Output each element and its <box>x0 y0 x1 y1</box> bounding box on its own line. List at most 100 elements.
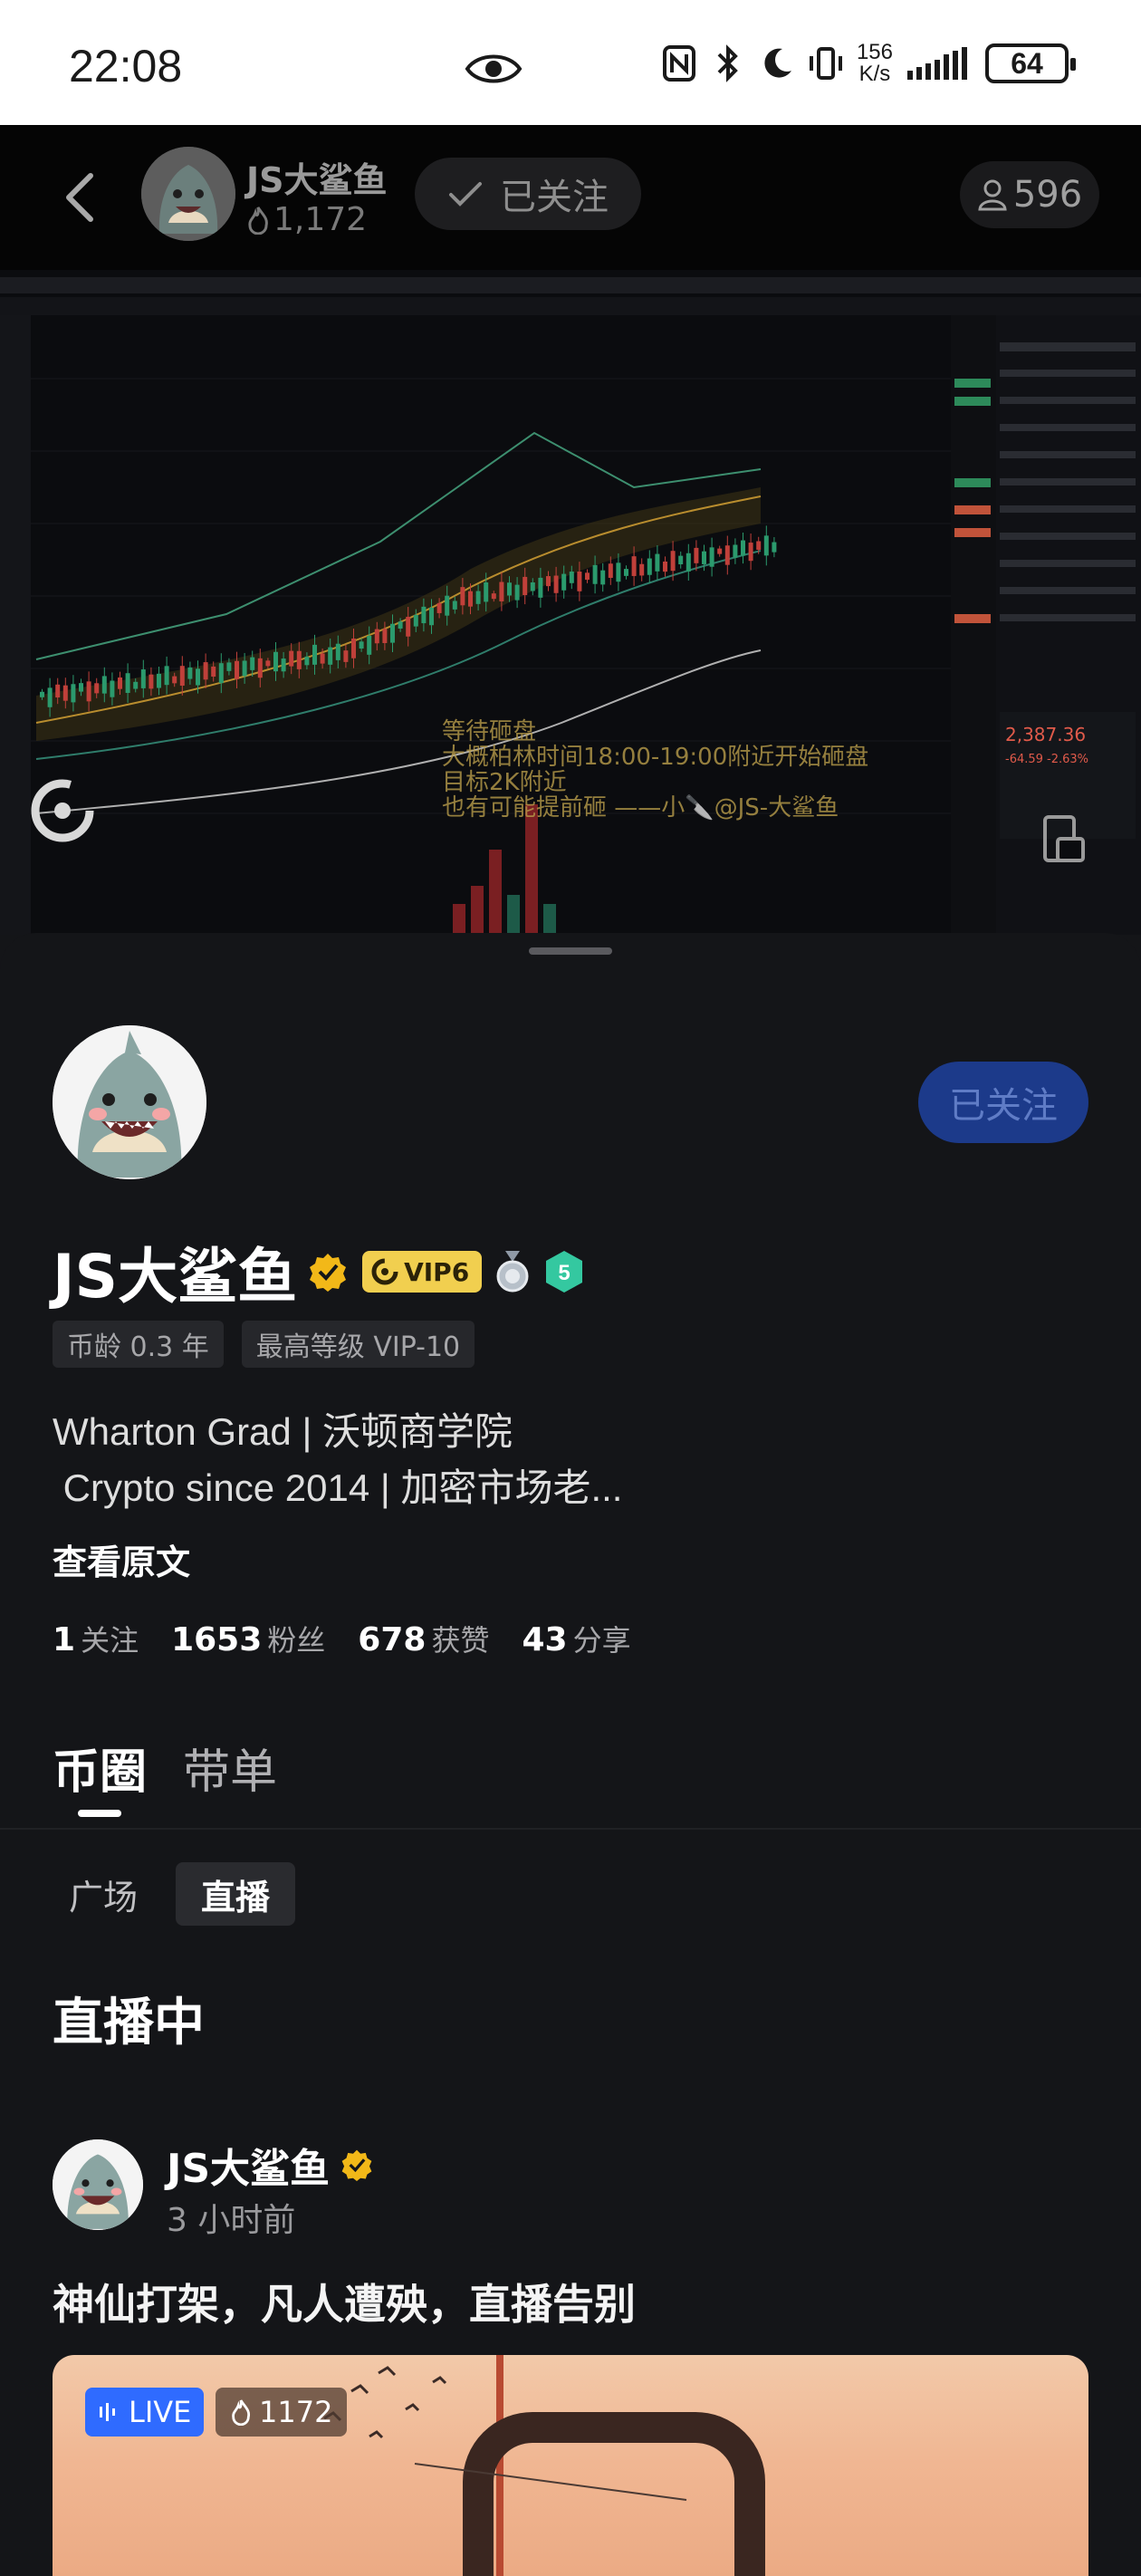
candle-body <box>250 657 255 670</box>
candle-body <box>655 553 660 572</box>
candle-body <box>608 563 613 578</box>
back-arrow-icon[interactable] <box>56 168 101 226</box>
candle-body <box>235 660 239 679</box>
candle-body <box>179 666 185 686</box>
vibrate-icon <box>809 47 842 80</box>
shark-avatar-icon <box>53 2139 143 2230</box>
candle-body <box>47 687 53 707</box>
candle-body <box>585 572 590 581</box>
candle-body <box>79 683 83 692</box>
candle-body <box>507 582 512 596</box>
profile-avatar[interactable] <box>53 1025 206 1179</box>
candle-body <box>733 544 738 558</box>
stat-followers[interactable]: 1653 粉丝 <box>171 1618 325 1659</box>
tab-copy-trading[interactable]: 带单 <box>183 1734 277 1802</box>
loading-spinner-icon <box>31 779 94 842</box>
tab-coin-circle[interactable]: 币圈 <box>53 1734 147 1802</box>
candle-body <box>374 629 379 644</box>
stat-shares: 43 分享 <box>522 1621 631 1658</box>
candle-body <box>717 548 723 554</box>
candle-body <box>756 541 762 550</box>
follow-button[interactable]: 已关注 <box>918 1062 1088 1143</box>
candle-body <box>616 562 621 582</box>
candle-body <box>242 660 247 677</box>
candle-body <box>772 542 777 553</box>
max-vip-tag: 最高等级 VIP-10 <box>241 1321 475 1368</box>
subtab-live[interactable]: 直播 <box>176 1862 296 1926</box>
subtab-square[interactable]: 广场 <box>53 1862 163 1926</box>
shark-avatar-icon <box>141 147 235 241</box>
candle-body <box>452 601 457 610</box>
view-original-link[interactable]: 查看原文 <box>53 1534 190 1584</box>
candle-body <box>328 647 333 665</box>
candle-body <box>724 545 730 565</box>
post-author-avatar[interactable] <box>53 2139 143 2230</box>
candle-body <box>546 576 551 587</box>
candle-body <box>647 558 652 575</box>
profile-stats: 1 关注 1653 粉丝 678 获赞 43 分享 <box>53 1618 631 1659</box>
candle-body <box>265 660 271 667</box>
active-tab-indicator <box>78 1810 121 1817</box>
candle-body <box>257 658 263 678</box>
post-title[interactable]: 神仙打架，凡人遭殃，直播告别 <box>53 2272 636 2331</box>
candle-body <box>101 676 107 694</box>
signal-icon <box>907 47 967 80</box>
candle-body <box>763 535 769 556</box>
candle-body <box>694 547 699 563</box>
medal-icon[interactable] <box>493 1249 532 1294</box>
post-author-row: JS大鲨鱼 <box>167 2136 373 2194</box>
stat-following[interactable]: 1 关注 <box>53 1618 139 1659</box>
candle-body <box>140 669 146 688</box>
candle-body <box>211 666 216 678</box>
candle-body <box>553 575 559 593</box>
profile-sheet: 已关注 JS大鲨鱼 VIP6 5 币龄 0.3 年 最高等级 VIP-10 Wh… <box>0 933 1141 2576</box>
candle-body <box>390 623 395 643</box>
post-author-name[interactable]: JS大鲨鱼 <box>167 2136 330 2194</box>
flame-icon <box>232 2399 251 2426</box>
profile-name: JS大鲨鱼 <box>53 1242 298 1312</box>
candle-body <box>86 681 91 702</box>
candle-body <box>678 555 684 565</box>
status-time: 22:08 <box>69 41 183 91</box>
candle-body <box>468 591 473 607</box>
tabs-divider <box>0 1828 1141 1830</box>
viewer-count[interactable]: 596 <box>960 161 1099 228</box>
content-subtabs: 广场 直播 <box>53 1862 296 1926</box>
candle-body <box>624 569 628 576</box>
candle-body <box>445 595 450 616</box>
candle-body <box>631 556 637 576</box>
candle-body <box>187 667 193 679</box>
candle-body <box>475 591 481 604</box>
candle-body <box>133 681 139 689</box>
candle-body <box>40 691 44 697</box>
candle-body <box>196 668 200 686</box>
candle-body <box>157 673 161 688</box>
network-speed: 156 K/s <box>856 40 893 86</box>
candle-body <box>436 602 442 613</box>
fullscreen-rotate-icon[interactable] <box>1040 813 1085 864</box>
candle-body <box>71 684 76 703</box>
vip-badge[interactable]: VIP6 <box>362 1251 483 1293</box>
live-stream-video[interactable]: 2,387.36 -64.59 -2.63% 等待砸盘 大概柏林时间18:00-… <box>0 270 1141 935</box>
candle-body <box>218 663 224 684</box>
header-follow-button[interactable]: 已关注 <box>415 158 641 230</box>
level-badge-icon[interactable]: 5 <box>543 1249 585 1294</box>
trading-chart-screen: 2,387.36 -64.59 -2.63% <box>0 277 1141 935</box>
candle-body <box>359 641 364 649</box>
live-badge: LIVE <box>85 2388 205 2437</box>
vip-logo-icon <box>371 1258 398 1285</box>
coin-age-tag: 币龄 0.3 年 <box>53 1321 224 1368</box>
live-stream-card[interactable]: LIVE 1172 <box>53 2355 1088 2576</box>
candle-body <box>55 684 61 698</box>
candle-body <box>709 547 714 567</box>
drag-handle[interactable] <box>529 947 612 955</box>
candle-body <box>460 587 465 606</box>
profile-name-row: JS大鲨鱼 VIP6 5 <box>53 1228 585 1315</box>
candle-body <box>296 650 302 669</box>
profile-tabs: 币圈 带单 <box>53 1734 277 1802</box>
chart-price: 2,387.36 <box>1005 724 1086 745</box>
verified-badge-icon <box>341 2149 372 2181</box>
host-heat: 1,172 <box>246 201 367 238</box>
host-avatar[interactable] <box>141 147 235 241</box>
candle-body <box>600 570 606 585</box>
